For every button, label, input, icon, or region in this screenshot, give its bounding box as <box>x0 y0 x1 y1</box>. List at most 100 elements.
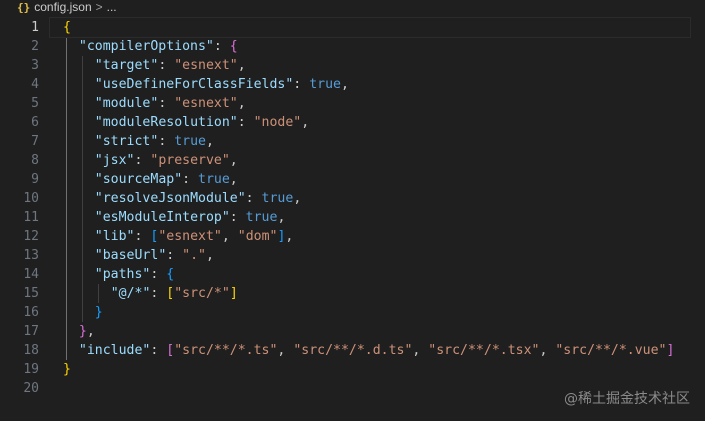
code-token: ] <box>229 286 238 301</box>
code-token: , <box>229 172 238 187</box>
code-token: , <box>301 115 310 130</box>
code-token: : <box>158 96 175 111</box>
code-token: , <box>237 96 246 111</box>
code-line[interactable]: 19} <box>0 360 705 379</box>
code-line[interactable]: 6 "moduleResolution": "node", <box>0 113 705 132</box>
line-code: "@/*": ["src/*"] <box>111 284 238 303</box>
code-token: , <box>277 210 286 225</box>
code-token: "src/*" <box>174 286 230 301</box>
code-line[interactable]: 5 "module": "esnext", <box>0 94 705 113</box>
code-line[interactable]: 17}, <box>0 322 705 341</box>
line-number: 8 <box>31 153 39 168</box>
code-line[interactable]: 8 "jsx": "preserve", <box>0 151 705 170</box>
breadcrumb-file-name[interactable]: config.json <box>34 0 91 14</box>
code-line[interactable]: 11 "esModuleInterop": true, <box>0 208 705 227</box>
code-editor[interactable]: 1{2 "compilerOptions": { 3 "target": "esnex… <box>0 14 705 421</box>
code-token: true <box>309 77 341 92</box>
code-token: "esnext" <box>174 96 238 111</box>
line-code: "strict": true, <box>95 132 214 151</box>
code-token: true <box>245 210 278 225</box>
code-token: "lib" <box>94 229 135 244</box>
code-token: : <box>293 77 310 92</box>
line-code: "paths": { <box>95 265 174 284</box>
line-number: 5 <box>31 96 39 111</box>
code-token: , <box>205 134 214 149</box>
code-token: , <box>221 229 238 244</box>
code-token: "target" <box>94 58 159 73</box>
code-token: , <box>237 58 246 73</box>
code-token: : <box>150 286 167 301</box>
line-code: } <box>95 303 103 322</box>
line-code: { <box>63 18 71 37</box>
code-token: "node" <box>253 115 302 130</box>
line-code: "moduleResolution": "node", <box>95 113 309 132</box>
code-line[interactable]: 15 "@/*": ["src/*"] <box>0 284 705 303</box>
line-code: "module": "esnext", <box>95 94 246 113</box>
code-token: , <box>205 248 214 263</box>
code-token: } <box>78 324 87 339</box>
code-token: "module" <box>94 96 159 111</box>
line-code: "resolveJsonModule": true, <box>95 189 301 208</box>
line-highlight <box>50 360 690 379</box>
code-line[interactable]: 3 "target": "esnext", <box>0 56 705 75</box>
code-line[interactable]: 18 "include": ["src/**/*.ts", "src/**/*.d… <box>0 341 705 360</box>
line-code: } <box>63 360 71 379</box>
code-token: { <box>63 20 71 35</box>
code-token: , <box>539 343 556 358</box>
code-line[interactable]: 9 "sourceMap": true, <box>0 170 705 189</box>
line-number: 20 <box>23 381 39 396</box>
line-number: 16 <box>23 305 39 320</box>
code-token: "esModuleInterop" <box>94 210 230 225</box>
line-code: "lib": ["esnext", "dom"], <box>95 227 294 246</box>
code-token: "@/*" <box>110 286 151 301</box>
code-line[interactable]: 2 "compilerOptions": { <box>0 37 705 56</box>
code-token: : <box>229 210 246 225</box>
code-token: "moduleResolution" <box>94 115 238 130</box>
code-token: : <box>134 229 151 244</box>
code-token: , <box>285 229 294 244</box>
code-line[interactable]: 4 "useDefineForClassFields": true, <box>0 75 705 94</box>
code-token: } <box>63 362 71 377</box>
code-token: : <box>150 267 167 282</box>
line-number: 19 <box>23 362 39 377</box>
code-token: "src/**/*.ts" <box>174 343 278 358</box>
line-highlight <box>50 322 690 341</box>
code-token: : <box>158 134 175 149</box>
line-highlight <box>50 303 690 322</box>
code-line[interactable]: 12 "lib": ["esnext", "dom"], <box>0 227 705 246</box>
line-code: "compilerOptions": { <box>79 37 238 56</box>
code-token: "src/**/*.d.ts" <box>293 343 413 358</box>
code-token: "include" <box>78 343 151 358</box>
code-token: "strict" <box>94 134 159 149</box>
code-token: : <box>166 248 183 263</box>
breadcrumb-more[interactable]: ... <box>107 0 117 14</box>
json-file-icon: {} <box>17 0 31 14</box>
code-line[interactable]: 1{ <box>0 17 705 38</box>
code-token: , <box>293 191 302 206</box>
code-token: , <box>412 343 429 358</box>
code-token: : <box>245 191 262 206</box>
code-token: : <box>213 39 230 54</box>
code-token: true <box>261 191 294 206</box>
code-token: "baseUrl" <box>94 248 167 263</box>
line-code: "baseUrl": ".", <box>95 246 214 265</box>
code-token: "sourceMap" <box>94 172 183 187</box>
line-code: "esModuleInterop": true, <box>95 208 286 227</box>
code-token: "paths" <box>94 267 151 282</box>
code-line[interactable]: 13 "baseUrl": ".", <box>0 246 705 265</box>
line-code: "useDefineForClassFields": true, <box>95 75 349 94</box>
watermark: @稀土掘金技术社区 <box>564 391 690 407</box>
code-token: { <box>229 39 238 54</box>
code-token: true <box>198 172 230 187</box>
code-token: "dom" <box>237 229 278 244</box>
code-line[interactable]: 7 "strict": true, <box>0 132 705 151</box>
line-code: "sourceMap": true, <box>95 170 238 189</box>
code-line[interactable]: 10 "resolveJsonModule": true, <box>0 189 705 208</box>
code-line[interactable]: 16} <box>0 303 705 322</box>
code-token: , <box>229 153 238 168</box>
line-number: 3 <box>31 58 39 73</box>
code-token: "compilerOptions" <box>78 39 214 54</box>
code-line[interactable]: 14 "paths": { <box>0 265 705 284</box>
line-number: 4 <box>31 77 39 92</box>
code-token: : <box>150 343 167 358</box>
